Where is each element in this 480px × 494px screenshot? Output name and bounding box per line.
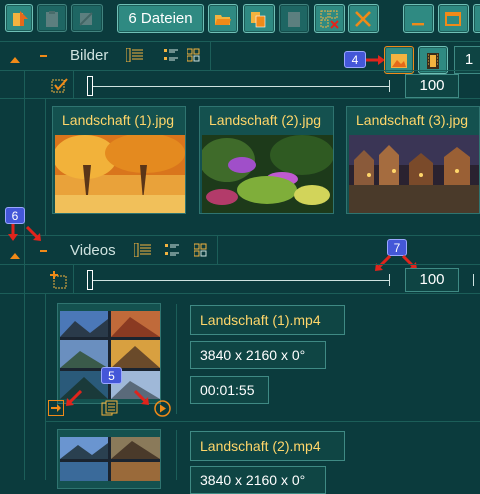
thumb-area-line [45,294,46,480]
clipboard-icon [46,11,58,27]
marker-7: 7 [387,239,407,256]
grid-view-icon[interactable] [193,243,212,262]
row-separator [73,71,74,99]
minimize-icon [412,23,424,26]
slider-end-tick [473,274,474,286]
delete-button[interactable] [348,4,379,33]
thumb-area-line [45,99,46,235]
tools-disabled-button[interactable] [71,4,103,32]
zoom-slider-track[interactable] [89,280,390,281]
folder-open-icon [215,15,231,25]
left-rail-line [24,70,25,480]
video-collage-image [60,311,160,399]
marker-4: 4 [344,51,366,68]
frames-icon[interactable] [101,400,119,421]
detail-view-icon[interactable] [164,48,178,67]
image-thumbnail-card[interactable]: Landschaft (2).jpg [199,106,334,214]
maximize-icon [445,12,461,26]
videos-minus-icon[interactable] [40,250,47,252]
image-label: Landschaft (3).jpg [356,112,469,128]
clear-selection-button[interactable] [314,4,345,33]
section-divider [0,98,480,99]
video-thumbnail-card[interactable] [57,303,161,404]
video-thumbnail-card[interactable] [57,429,161,489]
tools-icon [79,12,93,26]
videos-collapse-icon[interactable] [9,247,21,265]
videos-section-title: Videos [70,242,116,259]
select-checkbox-icon[interactable] [51,77,69,100]
detail-view-icon[interactable] [165,243,179,262]
grid-delete-icon [320,10,339,29]
video-name-field[interactable]: Landschaft (1).mp4 [190,305,345,335]
slider-end-tick [389,274,390,286]
list-view-icon[interactable] [125,47,144,67]
video-resolution-field: 3840 x 2160 x 0° [190,466,326,494]
image-view-icon [391,54,407,68]
red-arrow-right-icon [366,53,386,71]
bilder-minus-icon[interactable] [40,55,47,57]
header-separator [217,236,218,264]
play-icon[interactable] [154,400,171,422]
video-collage-image [60,437,160,481]
import-icon [13,11,28,26]
video-info-separator [176,430,177,480]
section-divider [0,293,480,294]
list-view-icon[interactable] [133,242,152,262]
red-arrow-down-icon [7,224,19,247]
bilder-section-title: Bilder [70,47,109,64]
files-count-button[interactable]: 6 Dateien [117,4,204,33]
video-resolution-field: 3840 x 2160 x 0° [190,341,326,369]
export-icon[interactable] [48,400,64,421]
minimize-button[interactable] [403,4,434,33]
zoom-slider-track[interactable] [89,86,390,87]
zoom-slider-thumb[interactable] [87,270,93,290]
marker-5: 5 [101,367,122,384]
copy-disabled-button[interactable] [37,4,67,32]
close-window-button[interactable] [473,4,480,33]
copy-button[interactable] [243,4,275,33]
image-thumbnail-card[interactable]: Landschaft (1).jpg [52,106,186,214]
grid-view-icon[interactable] [186,48,205,67]
section-divider [0,70,480,71]
image-label: Landschaft (1).jpg [62,112,175,128]
open-folder-button[interactable] [208,4,238,33]
image-label: Landschaft (2).jpg [209,112,322,128]
paste-disabled-button[interactable] [279,4,309,33]
row-divider [46,421,480,422]
garden-image [202,135,333,213]
zoom-slider-thumb[interactable] [87,76,93,96]
image-thumbnail-card[interactable]: Landschaft (3).jpg [346,106,480,214]
red-arrow-diag-icon [133,389,152,413]
row-separator [73,265,74,294]
autumn-tree-image [55,135,185,213]
section-divider [0,264,480,265]
paste-icon [288,12,300,27]
red-arrow-diag-icon [25,225,44,249]
copy-icon [251,12,266,28]
film-icon [427,53,439,69]
red-arrow-diag-icon [64,389,83,413]
close-x-icon [355,11,371,27]
header-separator [210,42,211,70]
section-divider [0,41,480,42]
bilder-collapse-icon[interactable] [9,51,21,69]
marker-6: 6 [5,207,25,224]
maximize-button[interactable] [438,4,469,33]
video-name-field[interactable]: Landschaft (2).mp4 [190,431,345,461]
night-city-image [349,135,479,213]
video-info-separator [176,304,177,414]
zoom-value-field[interactable]: 100 [405,268,459,292]
import-button[interactable] [5,4,33,32]
slider-end-tick [389,80,390,92]
zoom-value-field[interactable]: 100 [405,74,459,98]
section-divider [0,235,480,236]
video-duration-field: 00:01:55 [190,376,269,404]
